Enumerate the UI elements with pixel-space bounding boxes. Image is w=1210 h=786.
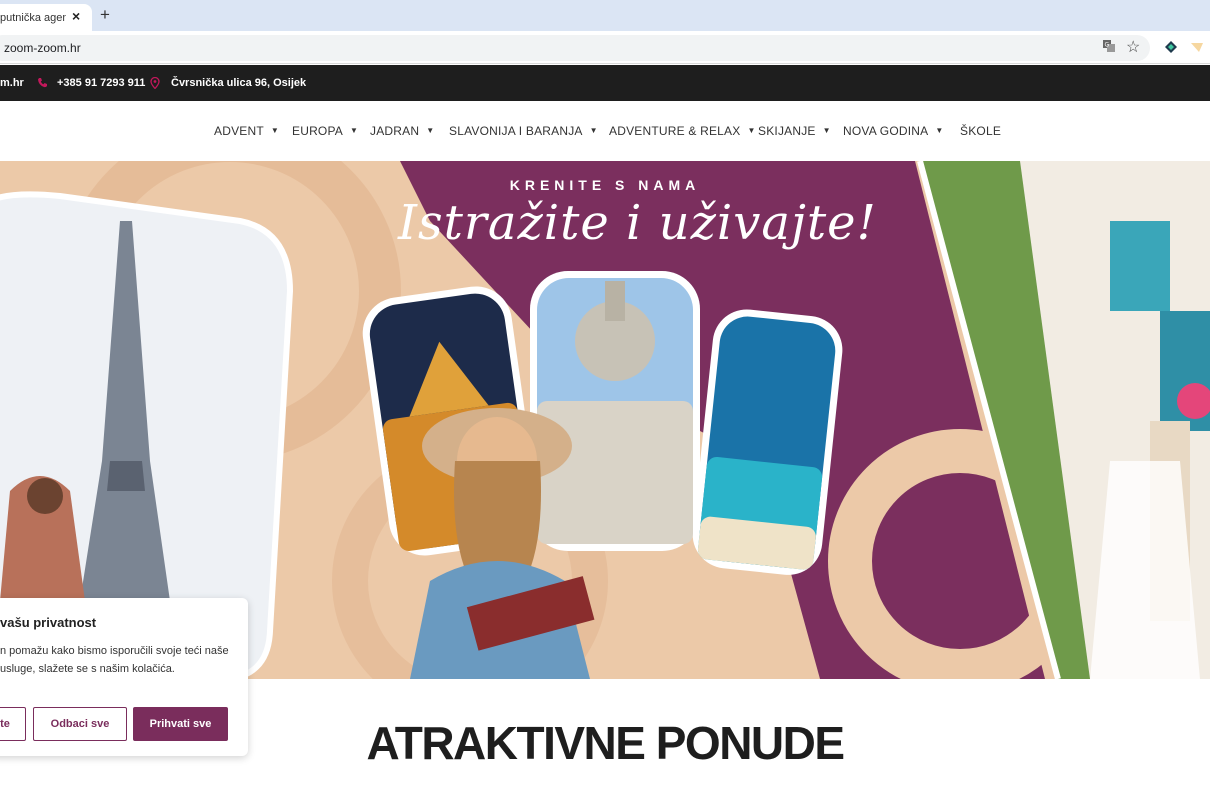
top-info-bar: m.hr +385 91 7293 911 Čvrsnička ulica 96… bbox=[0, 65, 1210, 101]
tab-title: putnička agencij bbox=[0, 11, 66, 24]
url-text[interactable]: zoom-zoom.hr bbox=[4, 41, 81, 55]
hero-title: Istražite i uživajte! bbox=[398, 195, 877, 251]
address-text[interactable]: Čvrsnička ulica 96, Osijek bbox=[171, 77, 306, 89]
extension-icon-2[interactable] bbox=[1190, 40, 1204, 57]
translate-icon[interactable]: G bbox=[1102, 39, 1116, 56]
location-pin-icon bbox=[150, 76, 160, 92]
cookie-text: n pomažu kako bismo isporučili svoje teć… bbox=[0, 645, 229, 675]
caret-down-icon: ▼ bbox=[747, 126, 756, 135]
caret-down-icon: ▼ bbox=[426, 126, 435, 135]
nav-item-europa[interactable]: EUROPA ▼ bbox=[292, 124, 358, 138]
browser-tabbar: putnička agencij × + bbox=[0, 0, 1210, 31]
new-tab-icon[interactable]: + bbox=[100, 5, 110, 25]
cookie-title: vašu privatnost bbox=[0, 615, 97, 630]
nav-item-nova-godina[interactable]: NOVA GODINA ▼ bbox=[843, 124, 943, 138]
nav-item-jadran[interactable]: JADRAN ▼ bbox=[370, 124, 434, 138]
phone-icon bbox=[37, 77, 48, 91]
extension-icon[interactable] bbox=[1164, 40, 1178, 57]
svg-text:G: G bbox=[1105, 42, 1110, 49]
section-title: ATRAKTIVNE PONUDE bbox=[366, 717, 845, 769]
caret-down-icon: ▼ bbox=[589, 126, 598, 135]
browser-toolbar: zoom-zoom.hr G ☆ bbox=[0, 31, 1210, 64]
tab-close-icon[interactable]: × bbox=[72, 8, 80, 24]
email-link[interactable]: m.hr bbox=[0, 77, 24, 89]
browser-tab[interactable]: putnička agencij × bbox=[0, 4, 92, 31]
main-nav: ADVENT ▼ EUROPA ▼ JADRAN ▼ SLAVONIJA I BARA… bbox=[0, 101, 1210, 161]
nav-item-advent[interactable]: ADVENT ▼ bbox=[214, 124, 279, 138]
nav-item-skijanje[interactable]: SKIJANJE ▼ bbox=[758, 124, 831, 138]
address-bar[interactable]: zoom-zoom.hr G ☆ bbox=[0, 35, 1150, 61]
phone-number[interactable]: +385 91 7293 911 bbox=[57, 77, 145, 89]
caret-down-icon: ▼ bbox=[822, 126, 831, 135]
caret-down-icon: ▼ bbox=[935, 126, 944, 135]
caret-down-icon: ▼ bbox=[350, 126, 359, 135]
nav-item-slavonija-i-baranja[interactable]: SLAVONIJA I BARANJA ▼ bbox=[449, 124, 598, 138]
nav-item-adventure-relax[interactable]: ADVENTURE & RELAX ▼ bbox=[609, 124, 756, 138]
caret-down-icon: ▼ bbox=[270, 126, 279, 135]
nav-item-skole[interactable]: ŠKOLE bbox=[960, 124, 1001, 138]
bookmark-star-icon[interactable]: ☆ bbox=[1126, 37, 1140, 57]
hero-kicker: KRENITE S NAMA bbox=[509, 177, 701, 193]
